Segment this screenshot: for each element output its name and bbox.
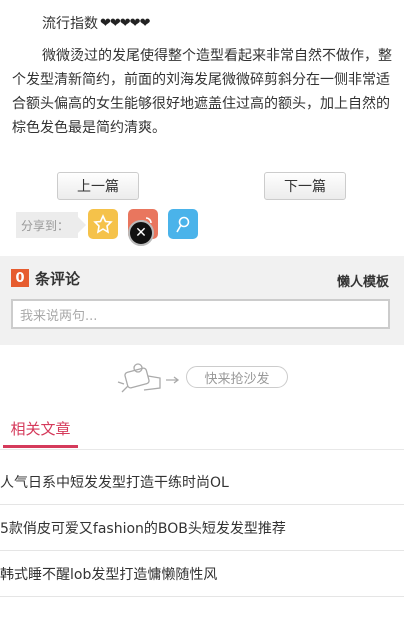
share-label: 分享到： <box>16 212 86 238</box>
qzone-icon[interactable] <box>88 209 118 239</box>
comment-count-label: 条评论 <box>35 270 81 288</box>
article-paragraph: 微微烫过的发尾使得整个造型看起来非常自然不做作，整个发型清新简约，前面的刘海发尾… <box>12 48 392 136</box>
close-icon[interactable]: ✕ <box>128 220 154 246</box>
lazy-template-link[interactable]: 懒人模板 <box>337 271 389 290</box>
tab-related-articles[interactable]: 相关文章 <box>3 418 78 448</box>
heart-icons: ❤❤❤❤❤ <box>100 15 150 31</box>
related-divider <box>0 449 404 450</box>
tencent-weibo-icon[interactable] <box>168 209 198 239</box>
grab-sofa-button[interactable]: 快来抢沙发 <box>186 366 288 388</box>
popularity-label: 流行指数 <box>42 16 98 32</box>
next-article-button[interactable]: 下一篇 <box>264 172 346 200</box>
prev-article-button[interactable]: 上一篇 <box>57 172 139 200</box>
popularity-rating: 流行指数 ❤❤❤❤❤ <box>42 13 150 33</box>
comment-section: 0 条评论 懒人模板 我来说两句... <box>0 256 404 345</box>
comment-count-badge: 0 <box>11 269 29 287</box>
related-article-item[interactable]: 人气日系中短发发型打造干练时尚OL <box>0 459 404 505</box>
related-article-item[interactable]: 5款俏皮可爱又fashion的BOB头短发发型推荐 <box>0 505 404 551</box>
related-article-item[interactable]: 韩式睡不醒lob发型打造慵懒随性风 <box>0 551 404 597</box>
comment-input[interactable]: 我来说两句... <box>11 299 390 329</box>
